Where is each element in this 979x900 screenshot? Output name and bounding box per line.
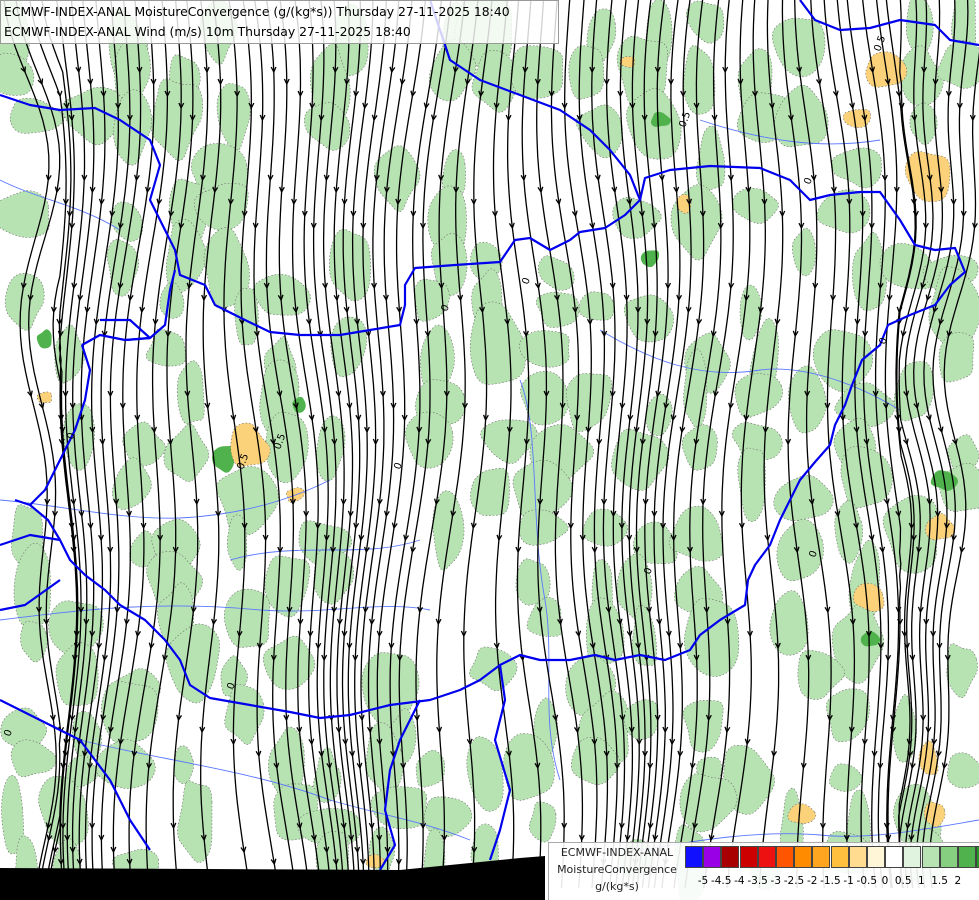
legend-swatch bbox=[794, 846, 813, 868]
legend-swatch bbox=[903, 846, 922, 868]
legend-swatch bbox=[885, 846, 904, 868]
legend-parameter: MoistureConvergence bbox=[557, 863, 677, 876]
legend-swatch bbox=[703, 846, 722, 868]
weather-map[interactable]: 0.5 0.5 0.5 0.5 0 0 0 0 0 0 0 0 0 0 ECMWF-INDEX-ANAL … bbox=[0, 0, 979, 900]
legend-tick-label: -4 bbox=[734, 875, 745, 887]
legend-tick-label: -5 bbox=[697, 875, 709, 887]
legend-swatch bbox=[921, 846, 940, 868]
map-title-box: ECMWF-INDEX-ANAL MoistureConvergence (g/… bbox=[0, 0, 559, 44]
legend-swatch bbox=[721, 846, 740, 868]
legend-tick-label: 0.5 bbox=[894, 875, 912, 887]
map-title-wind: ECMWF-INDEX-ANAL Wind (m/s) 10m Thursday… bbox=[4, 24, 411, 39]
legend-tick-label: -4.5 bbox=[710, 875, 732, 887]
legend-tick-label: -3.5 bbox=[747, 875, 768, 887]
legend-tick-label: 1 bbox=[918, 875, 925, 887]
legend-tick-label: -0.5 bbox=[856, 875, 878, 887]
legend-swatch bbox=[848, 846, 867, 868]
legend-unit: g/(kg*s) bbox=[595, 880, 639, 893]
map-canvas[interactable]: 0.50.50.50.50000000000 bbox=[0, 0, 979, 900]
legend-swatch bbox=[757, 846, 776, 868]
legend-tick-label: -2.5 bbox=[783, 875, 805, 887]
legend-tick-label: 1.5 bbox=[931, 875, 948, 887]
legend-swatch bbox=[685, 846, 703, 868]
legend-swatch bbox=[830, 846, 849, 868]
color-legend: ECMWF-INDEX-ANAL MoistureConvergence g/(… bbox=[548, 842, 979, 900]
legend-tick-label: -2 bbox=[806, 875, 818, 887]
convergence-area bbox=[905, 0, 934, 55]
legend-tick-label: 0 bbox=[881, 875, 889, 887]
legend-tick-label: -1 bbox=[843, 875, 854, 887]
convergence-area bbox=[568, 45, 605, 100]
convergence-area bbox=[578, 291, 615, 321]
legend-tick-label: 2 bbox=[954, 875, 962, 887]
legend-swatch bbox=[867, 846, 885, 868]
legend-swatch bbox=[812, 846, 831, 868]
legend-tick-label: -1.5 bbox=[820, 875, 841, 887]
legend-tick-label: -3 bbox=[770, 875, 782, 887]
legend-model: ECMWF-INDEX-ANAL bbox=[560, 846, 674, 859]
map-title-moisture: ECMWF-INDEX-ANAL MoistureConvergence (g/… bbox=[4, 4, 510, 19]
legend-swatch bbox=[939, 846, 958, 868]
legend-swatch bbox=[776, 846, 794, 868]
legend-swatch bbox=[739, 846, 758, 868]
legend-swatch bbox=[958, 846, 976, 868]
